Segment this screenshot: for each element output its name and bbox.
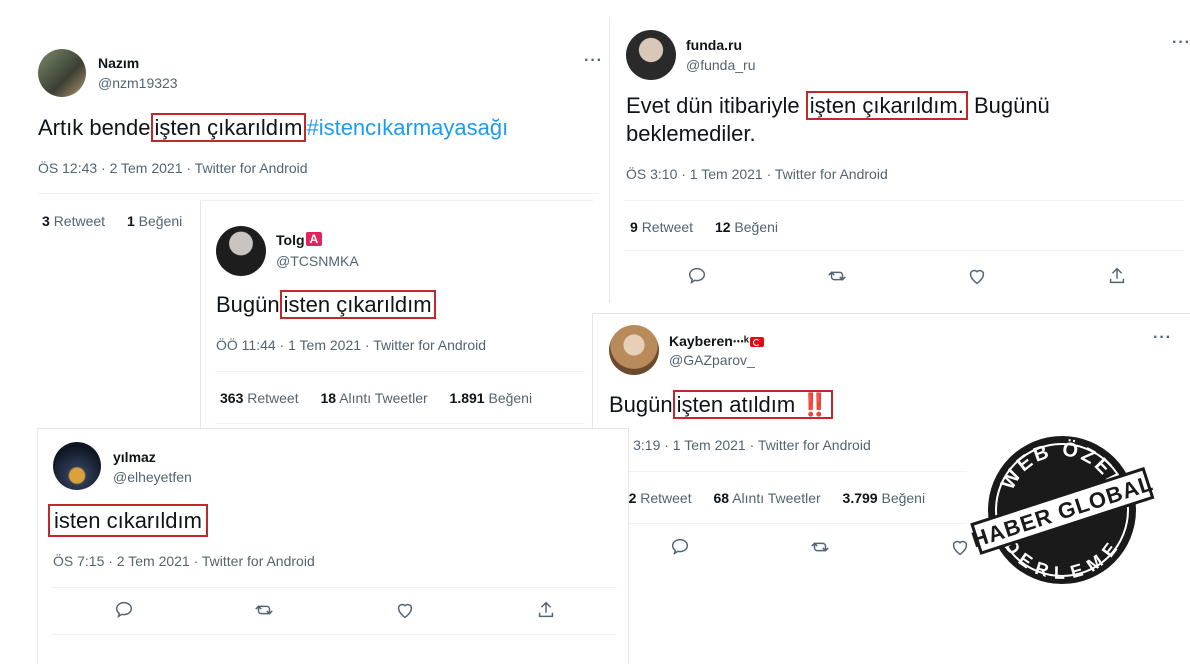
highlight-box: isten çıkarıldım xyxy=(279,290,436,319)
tweet-timestamp[interactable]: ÖS 7:15 · 2 Tem 2021 · Twitter for Andro… xyxy=(53,553,315,569)
more-options-icon[interactable]: ··· xyxy=(584,52,603,70)
share-icon[interactable] xyxy=(535,599,557,621)
tweet-card-yilmaz: yılmaz @elheyetfen isten cıkarıldım ÖS 7… xyxy=(37,428,629,664)
retweet-count[interactable]: 363 Retweet xyxy=(220,390,299,406)
author-name[interactable]: yılmaz xyxy=(113,449,156,465)
retweet-icon[interactable] xyxy=(253,599,275,621)
like-count[interactable]: 1 Beğeni xyxy=(127,213,182,229)
divider xyxy=(215,371,585,372)
like-count[interactable]: 1.891 Beğeni xyxy=(450,390,533,406)
like-count[interactable]: 12 Beğeni xyxy=(715,219,778,235)
haber-global-stamp-logo: WEB ÖZEL DERLEME HABER GLOBAL xyxy=(968,430,1156,588)
tweet-text: Bugün isten çıkarıldım xyxy=(216,290,436,319)
author-name[interactable]: Nazım xyxy=(98,55,139,71)
tweet-stats: 9 Retweet 12 Beğeni xyxy=(630,219,796,235)
retweet-count[interactable]: 9 Retweet xyxy=(630,219,693,235)
divider xyxy=(607,471,967,472)
share-icon[interactable] xyxy=(1106,265,1128,287)
author-name[interactable]: Tolg A xyxy=(276,232,323,248)
retweet-icon[interactable] xyxy=(826,265,848,287)
tweet-text-start: Evet dün itibariyle xyxy=(626,93,800,118)
turkey-flag-icon xyxy=(749,337,764,348)
divider xyxy=(52,634,617,635)
highlight-box: işten atıldım ‼️ xyxy=(672,390,833,419)
divider xyxy=(52,587,617,588)
author-handle[interactable]: @elheyetfen xyxy=(113,469,192,485)
tweet-text: isten cıkarıldım xyxy=(48,504,208,537)
reply-icon[interactable] xyxy=(113,599,135,621)
like-icon[interactable] xyxy=(966,265,988,287)
name-badge: A xyxy=(305,232,323,246)
retweet-icon[interactable] xyxy=(809,536,831,558)
highlight-box: isten cıkarıldım xyxy=(48,504,208,537)
reply-icon[interactable] xyxy=(669,536,691,558)
quote-count[interactable]: 18 Alıntı Tweetler xyxy=(321,390,428,406)
tweet-card-funda: funda.ru @funda_ru ··· Evet dün itibariy… xyxy=(609,18,1190,303)
double-exclamation-icon: ‼️ xyxy=(801,392,829,417)
author-handle[interactable]: @funda_ru xyxy=(686,57,755,73)
highlight-box: işten çıkarıldım xyxy=(150,113,307,142)
divider xyxy=(38,193,598,194)
tweet-timestamp[interactable]: ÖS 3:19 · 1 Tem 2021 · Twitter for Andro… xyxy=(609,437,871,453)
tweet-timestamp[interactable]: ÖS 12:43 · 2 Tem 2021 · Twitter for Andr… xyxy=(38,160,308,176)
tweet-stats: 532 Retweet 68 Alıntı Tweetler 3.799 Beğ… xyxy=(613,490,943,506)
like-icon[interactable] xyxy=(394,599,416,621)
tweet-text-start: Artık bende xyxy=(38,115,151,140)
tweet-text: Artık bende işten çıkarıldım #istencıkarma… xyxy=(38,113,508,142)
tweet-timestamp[interactable]: ÖS 3:10 · 1 Tem 2021 · Twitter for Andro… xyxy=(626,166,888,182)
tweet-text-line2: beklemediler. xyxy=(626,121,756,146)
tweet-text-start: Bugün xyxy=(609,392,673,417)
highlight-box: işten çıkarıldım. xyxy=(805,91,968,120)
divider xyxy=(607,523,967,524)
reply-icon[interactable] xyxy=(686,265,708,287)
more-options-icon[interactable]: ··· xyxy=(1153,329,1172,347)
avatar-kayberen[interactable] xyxy=(609,325,659,375)
tweet-timestamp[interactable]: ÖÖ 11:44 · 1 Tem 2021 · Twitter for Andr… xyxy=(216,337,486,353)
retweet-count[interactable]: 3 Retweet xyxy=(42,213,105,229)
quote-count[interactable]: 68 Alıntı Tweetler xyxy=(714,490,821,506)
avatar-nazim[interactable] xyxy=(38,49,86,97)
tweet-stats: 363 Retweet 18 Alıntı Tweetler 1.891 Beğ… xyxy=(220,390,550,406)
author-name[interactable]: funda.ru xyxy=(686,37,742,53)
tweet-text-start: Bugün xyxy=(216,292,280,317)
avatar-tolga[interactable] xyxy=(216,226,266,276)
author-handle[interactable]: @nzm19323 xyxy=(98,75,178,91)
avatar-yilmaz[interactable] xyxy=(53,442,101,490)
author-handle[interactable]: @TCSNMKA xyxy=(276,253,359,269)
author-handle[interactable]: @GAZparov_ xyxy=(669,352,755,368)
more-options-icon[interactable]: ··· xyxy=(1172,34,1190,52)
tweet-text: Bugün işten atıldım ‼️ xyxy=(609,390,833,419)
like-count[interactable]: 3.799 Beğeni xyxy=(843,490,926,506)
divider xyxy=(624,250,1184,251)
hashtag-link[interactable]: #istencıkarmayasağı xyxy=(306,115,508,140)
author-name[interactable]: Kayberen⸱⸱⸱ᵏ xyxy=(669,332,764,351)
tweet-text-end: Bugünü xyxy=(967,93,1050,118)
divider xyxy=(624,200,1184,201)
divider xyxy=(215,423,585,424)
avatar-funda[interactable] xyxy=(626,30,676,80)
tweet-text: Evet dün itibariyle işten çıkarıldım. Bu… xyxy=(626,91,1050,120)
tweet-stats: 3 Retweet 1 Beğeni xyxy=(42,213,200,229)
